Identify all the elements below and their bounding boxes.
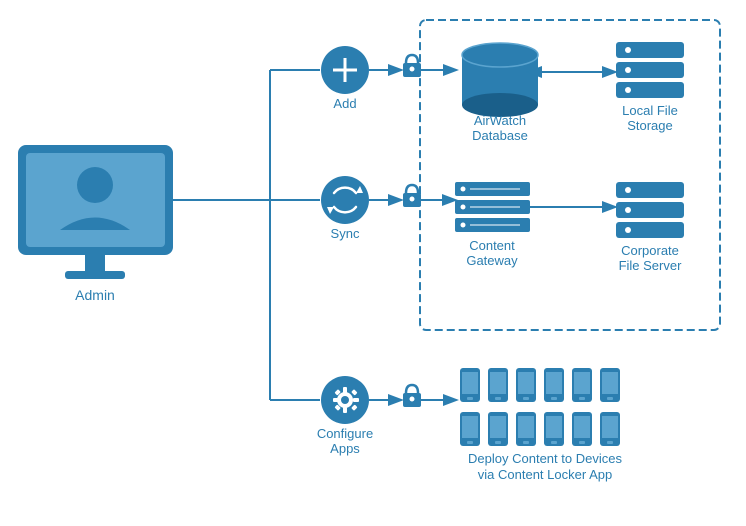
deploy-content-label-2: via Content Locker App bbox=[478, 467, 612, 482]
deploy-content-label: Deploy Content to Devices bbox=[468, 451, 622, 466]
configure-apps-label: Configure bbox=[317, 426, 373, 441]
airwatch-db-label-2: Database bbox=[472, 128, 528, 143]
diagram-container: Admin Add Sync Configure Apps AirWatch D… bbox=[0, 0, 746, 526]
airwatch-db-label: AirWatch bbox=[474, 113, 526, 128]
admin-label: Admin bbox=[75, 287, 115, 303]
local-file-storage-label-2: Storage bbox=[627, 118, 673, 133]
configure-apps-label-2: Apps bbox=[330, 441, 360, 456]
sync-label: Sync bbox=[331, 226, 360, 241]
content-gateway-label: Content bbox=[469, 238, 515, 253]
local-file-storage-label: Local File bbox=[622, 103, 678, 118]
add-label: Add bbox=[333, 96, 356, 111]
corporate-file-server-label: Corporate bbox=[621, 243, 679, 258]
content-gateway-label-2: Gateway bbox=[466, 253, 518, 268]
corporate-file-server-label-2: File Server bbox=[619, 258, 683, 273]
